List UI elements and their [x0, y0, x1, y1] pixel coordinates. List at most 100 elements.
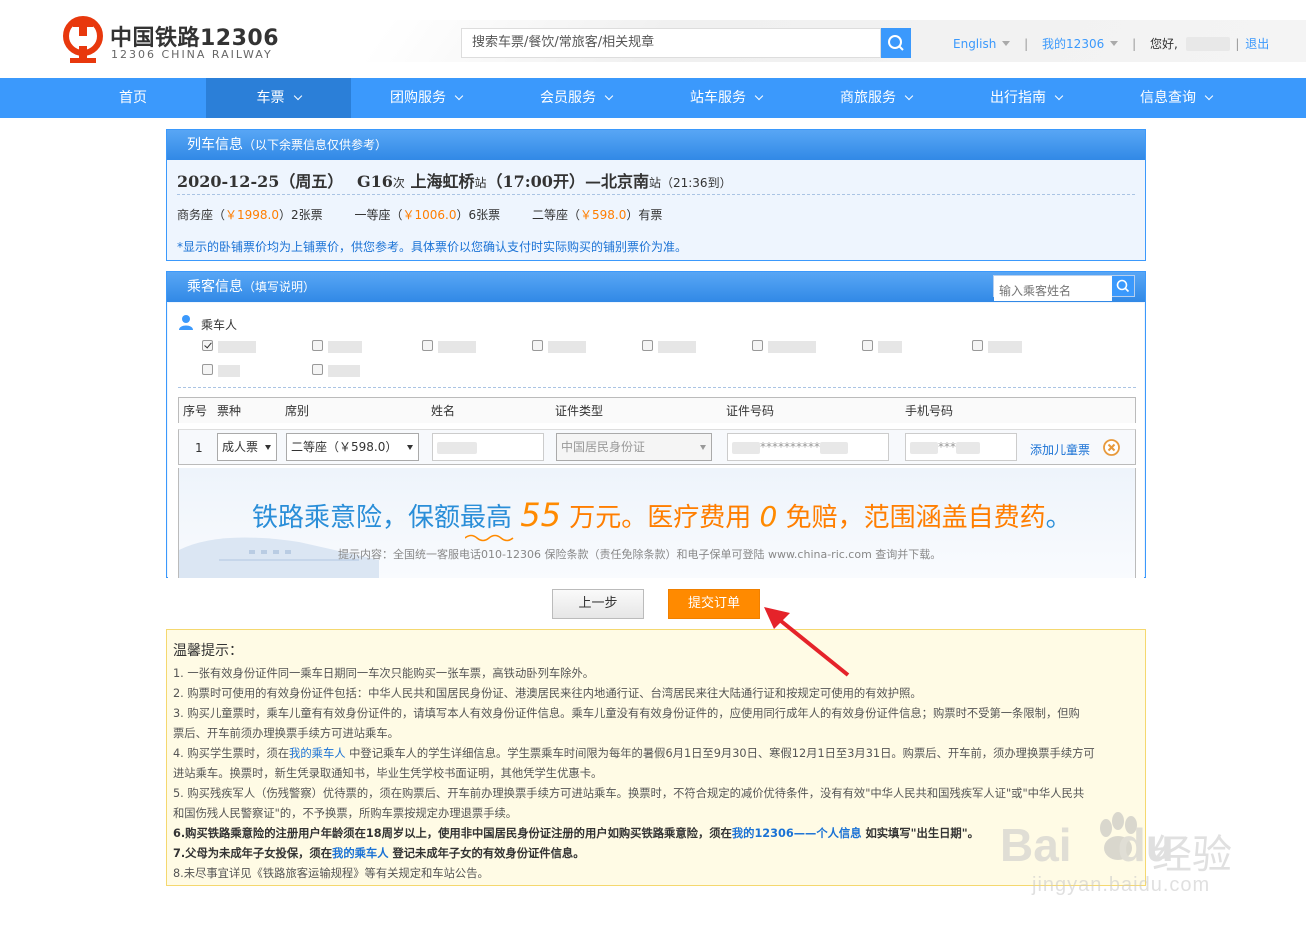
headline-amount: 55: [520, 496, 561, 534]
col-ticket-type: 票种: [217, 404, 242, 418]
seat-list: 商务座（￥1998.0）2张票 一等座（￥1006.0）6张票 二等座（￥598…: [177, 206, 690, 223]
id-prefix-masked: [732, 441, 760, 454]
nav-label: 车票: [256, 90, 285, 106]
logout-link[interactable]: 退出: [1245, 35, 1269, 52]
nav-item-member[interactable]: 会员服务: [501, 78, 651, 118]
passenger-checkbox[interactable]: [862, 340, 873, 351]
add-child-ticket-link[interactable]: 添加儿童票: [1030, 441, 1090, 458]
tip-text: 如实填写"出生日期"。: [861, 827, 979, 840]
station-suffix: 站: [474, 176, 487, 190]
headline-zero: 0: [759, 500, 778, 533]
seat-availability: 2张票: [291, 208, 323, 222]
seat-availability: 有票: [638, 208, 663, 222]
station-suffix: 站: [648, 176, 661, 190]
warm-tips: 温馨提示： 1. 一张有效身份证件同一乘车日期同一车次只能购买一张车票，高铁动卧…: [166, 629, 1146, 886]
my12306-link[interactable]: 我的12306: [1042, 35, 1104, 52]
chevron-down-icon: [604, 91, 614, 101]
from-station: 上海虹桥: [410, 172, 475, 191]
passenger-checkbox[interactable]: [202, 364, 213, 375]
passenger-checkbox[interactable]: [972, 340, 983, 351]
id-number-field[interactable]: **********: [727, 433, 889, 461]
ticket-type-select[interactable]: 成人票: [217, 433, 277, 461]
headline-highlight: 自费药: [967, 503, 1046, 533]
passenger-body: 乘车人 序号 票种 席别 姓名 证件类型 证件号码 手机号码 1 成人票 二等座…: [168, 303, 1144, 578]
submit-order-button[interactable]: 提交订单: [668, 589, 760, 619]
nav-label: 商旅服务: [840, 90, 896, 106]
baidu-jingyan-watermark: Bai du 经验 jingyan.baidu.com: [1000, 790, 1300, 900]
nav-item-group[interactable]: 团购服务: [351, 78, 501, 118]
site-header: 中国铁路12306 12306 CHINA RAILWAY 搜索车票/餐饮/常旅…: [0, 0, 1306, 78]
tip-text: 6.购买铁路乘意险的注册用户年龄须在18周岁以上，使用非中国居民身份证注册的用户…: [173, 827, 732, 840]
seat-business: 商务座（￥1998.0）2张票: [177, 206, 323, 223]
insurance-headline: 铁路乘意险，保额最高 55 万元。医疗费用 0 免赔，范围涵盖自费药。: [252, 496, 1072, 534]
nav-label: 出行指南: [990, 90, 1046, 106]
search-input[interactable]: 搜索车票/餐饮/常旅客/相关规章: [461, 28, 881, 58]
remove-icon[interactable]: [1103, 439, 1120, 456]
passenger-checkbox[interactable]: [752, 340, 763, 351]
nav-item-query[interactable]: 信息查询: [1101, 78, 1251, 118]
passenger-panel: 乘客信息（填写说明） 乘车人: [166, 271, 1146, 578]
name-field[interactable]: [432, 433, 544, 461]
squiggle-underline-icon: [465, 534, 514, 542]
id-type-select[interactable]: 中国居民身份证: [556, 433, 712, 461]
search-button[interactable]: [881, 28, 911, 58]
my-passengers-link[interactable]: 我的乘车人: [289, 747, 346, 760]
seat-paren: ）: [626, 208, 639, 222]
divider: [178, 387, 1136, 388]
seat-class-select[interactable]: 二等座（￥598.0）: [286, 433, 419, 461]
select-value: 二等座（￥598.0）: [291, 440, 398, 454]
passenger-checkbox[interactable]: [312, 340, 323, 351]
tips-title: 温馨提示：: [173, 643, 243, 659]
passenger-search-input[interactable]: [994, 281, 1112, 301]
nav-item-station[interactable]: 站车服务: [651, 78, 801, 118]
nav-item-home[interactable]: 首页: [58, 78, 208, 118]
railway-logo-icon[interactable]: [62, 16, 104, 64]
col-phone: 手机号码: [905, 404, 954, 418]
fill-instructions-link[interactable]: （填写说明）: [243, 280, 315, 294]
passenger-checkbox[interactable]: [312, 364, 323, 375]
nav-label: 信息查询: [1140, 90, 1196, 106]
chevron-down-icon: [904, 91, 914, 101]
passenger-name-masked: [988, 341, 1022, 353]
tip-item: 6.购买铁路乘意险的注册用户年龄须在18周岁以上，使用非中国居民身份证注册的用户…: [173, 824, 1139, 844]
passenger-checkbox[interactable]: [532, 340, 543, 351]
passenger-checkbox[interactable]: [642, 340, 653, 351]
dropdown-arrow-icon: [265, 445, 271, 450]
col-name: 姓名: [431, 404, 456, 418]
passenger-name-masked: [438, 341, 476, 353]
seat-paren: ）: [456, 208, 469, 222]
nav-item-guide[interactable]: 出行指南: [951, 78, 1101, 118]
previous-step-button[interactable]: 上一步: [552, 589, 644, 619]
train-number-suffix: 次: [392, 176, 405, 190]
col-index: 序号: [183, 404, 208, 418]
passenger-name-masked: [218, 365, 240, 377]
passenger-name-masked: [328, 341, 362, 353]
site-search: 搜索车票/餐饮/常旅客/相关规章: [461, 28, 911, 58]
passenger-checkbox[interactable]: [422, 340, 433, 351]
name-masked: [437, 441, 477, 454]
passenger-checkbox[interactable]: [202, 340, 213, 351]
seat-name: 商务座（: [177, 208, 226, 222]
panel-header: 乘客信息（填写说明）: [167, 272, 1145, 302]
top-links: English | 我的12306 | 您好, | 退出: [953, 35, 1269, 52]
greeting: 您好,: [1149, 37, 1178, 51]
arrive-time: （21:36到）: [660, 176, 732, 190]
phone-field[interactable]: ***: [905, 433, 1017, 461]
col-seat-class: 席别: [285, 404, 310, 418]
headline-text: 免赔，范围涵盖: [777, 503, 968, 533]
tip-item: 票后、开车前须办理换票手续方可进站乘车。: [173, 727, 399, 740]
logo-subtitle: 12306 CHINA RAILWAY: [111, 48, 273, 61]
nav-item-business[interactable]: 商旅服务: [801, 78, 951, 118]
nav-item-tickets[interactable]: 车票: [206, 78, 351, 118]
personal-info-link[interactable]: 我的12306——个人信息: [732, 827, 862, 840]
passenger-search-button[interactable]: [1112, 276, 1134, 296]
tip-text: 7.父母为未成年子女投保，须在: [173, 847, 333, 860]
seat-price: ￥598.0: [580, 208, 627, 222]
insurance-banner[interactable]: 铁路乘意险，保额最高 55 万元。医疗费用 0 免赔，范围涵盖自费药。 提示内容…: [178, 468, 1136, 578]
my-passengers-link[interactable]: 我的乘车人: [332, 847, 389, 860]
language-link[interactable]: English: [953, 37, 996, 51]
seat-name: 二等座（: [532, 208, 581, 222]
watermark-cn: 经验: [1152, 832, 1232, 878]
nav-label: 会员服务: [540, 90, 596, 106]
seat-availability: 6张票: [468, 208, 501, 222]
